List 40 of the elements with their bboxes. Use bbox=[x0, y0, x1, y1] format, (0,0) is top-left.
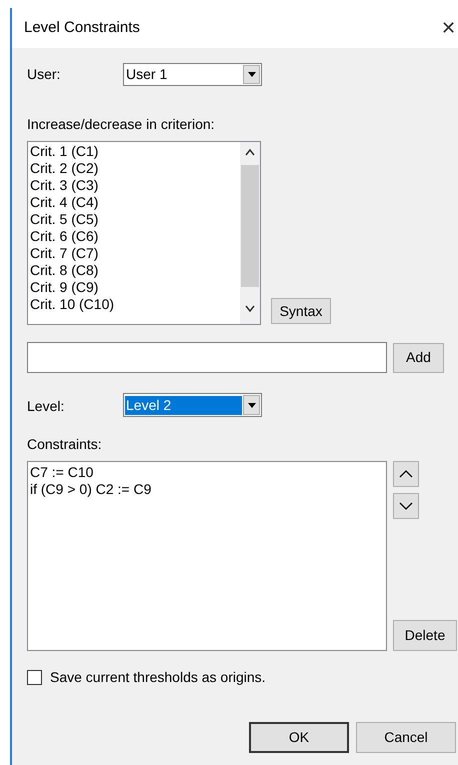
list-item[interactable]: Crit. 4 (C4) bbox=[30, 194, 240, 211]
user-dropdown[interactable]: User 1 bbox=[123, 62, 262, 86]
list-item[interactable]: Crit. 2 (C2) bbox=[30, 160, 240, 177]
move-up-button[interactable] bbox=[393, 461, 419, 487]
constraint-line: if (C9 > 0) C2 := C9 bbox=[30, 481, 152, 498]
list-item[interactable]: Crit. 6 (C6) bbox=[30, 228, 240, 245]
ok-button[interactable]: OK bbox=[249, 722, 349, 753]
list-item[interactable]: Crit. 5 (C5) bbox=[30, 211, 240, 228]
field-label: User: bbox=[27, 64, 62, 84]
expression-field[interactable] bbox=[27, 342, 387, 373]
list-item[interactable]: Crit. 10 (C10) bbox=[30, 296, 240, 313]
list-item[interactable]: Crit. 3 (C3) bbox=[30, 177, 240, 194]
constraints-box[interactable]: C7 := C10 if (C9 > 0) C2 := C9 bbox=[27, 461, 387, 651]
window-title: Level Constraints bbox=[24, 18, 140, 38]
chevron-down-icon bbox=[399, 502, 413, 510]
section-label: Increase/decrease in criterion: bbox=[27, 115, 216, 134]
chevron-up-icon bbox=[399, 470, 413, 478]
list-item[interactable]: Crit. 8 (C8) bbox=[30, 262, 240, 279]
criterion-list[interactable]: Crit. 1 (C1) Crit. 2 (C2) Crit. 3 (C3) Crit. 4 (C4) Crit. 5 (C5) Crit. 6 (C6) Crit. 7 (C7) Crit. 8 (C8) Crit. 9 (C9) Crit. 10 (C10) bbox=[27, 141, 261, 325]
dropdown-value: Level 2 bbox=[125, 396, 242, 414]
dropdown-value: User 1 bbox=[125, 64, 168, 84]
scroll-thumb[interactable] bbox=[241, 165, 259, 287]
scrollbar[interactable] bbox=[240, 142, 260, 324]
list-item[interactable]: Crit. 7 (C7) bbox=[30, 245, 240, 262]
checkbox-label: Save current thresholds as origins. bbox=[50, 668, 266, 687]
cancel-button[interactable]: Cancel bbox=[356, 722, 456, 753]
dropdown-arrow-icon bbox=[248, 72, 256, 76]
delete-button[interactable]: Delete bbox=[393, 620, 457, 651]
field-label: Level: bbox=[27, 396, 66, 416]
constraint-line: C7 := C10 bbox=[30, 464, 94, 481]
checkbox[interactable] bbox=[27, 670, 42, 685]
section-label: Constraints: bbox=[27, 435, 103, 454]
dropdown-arrow-icon bbox=[248, 402, 256, 408]
level-dropdown[interactable]: Level 2 bbox=[123, 393, 262, 417]
close-icon[interactable]: ✕ bbox=[441, 19, 456, 37]
list-item[interactable]: Crit. 1 (C1) bbox=[30, 143, 240, 160]
syntax-button[interactable]: Syntax bbox=[271, 298, 331, 324]
add-button[interactable]: Add bbox=[393, 342, 444, 372]
move-down-button[interactable] bbox=[393, 493, 419, 519]
list-item[interactable]: Crit. 9 (C9) bbox=[30, 279, 240, 296]
